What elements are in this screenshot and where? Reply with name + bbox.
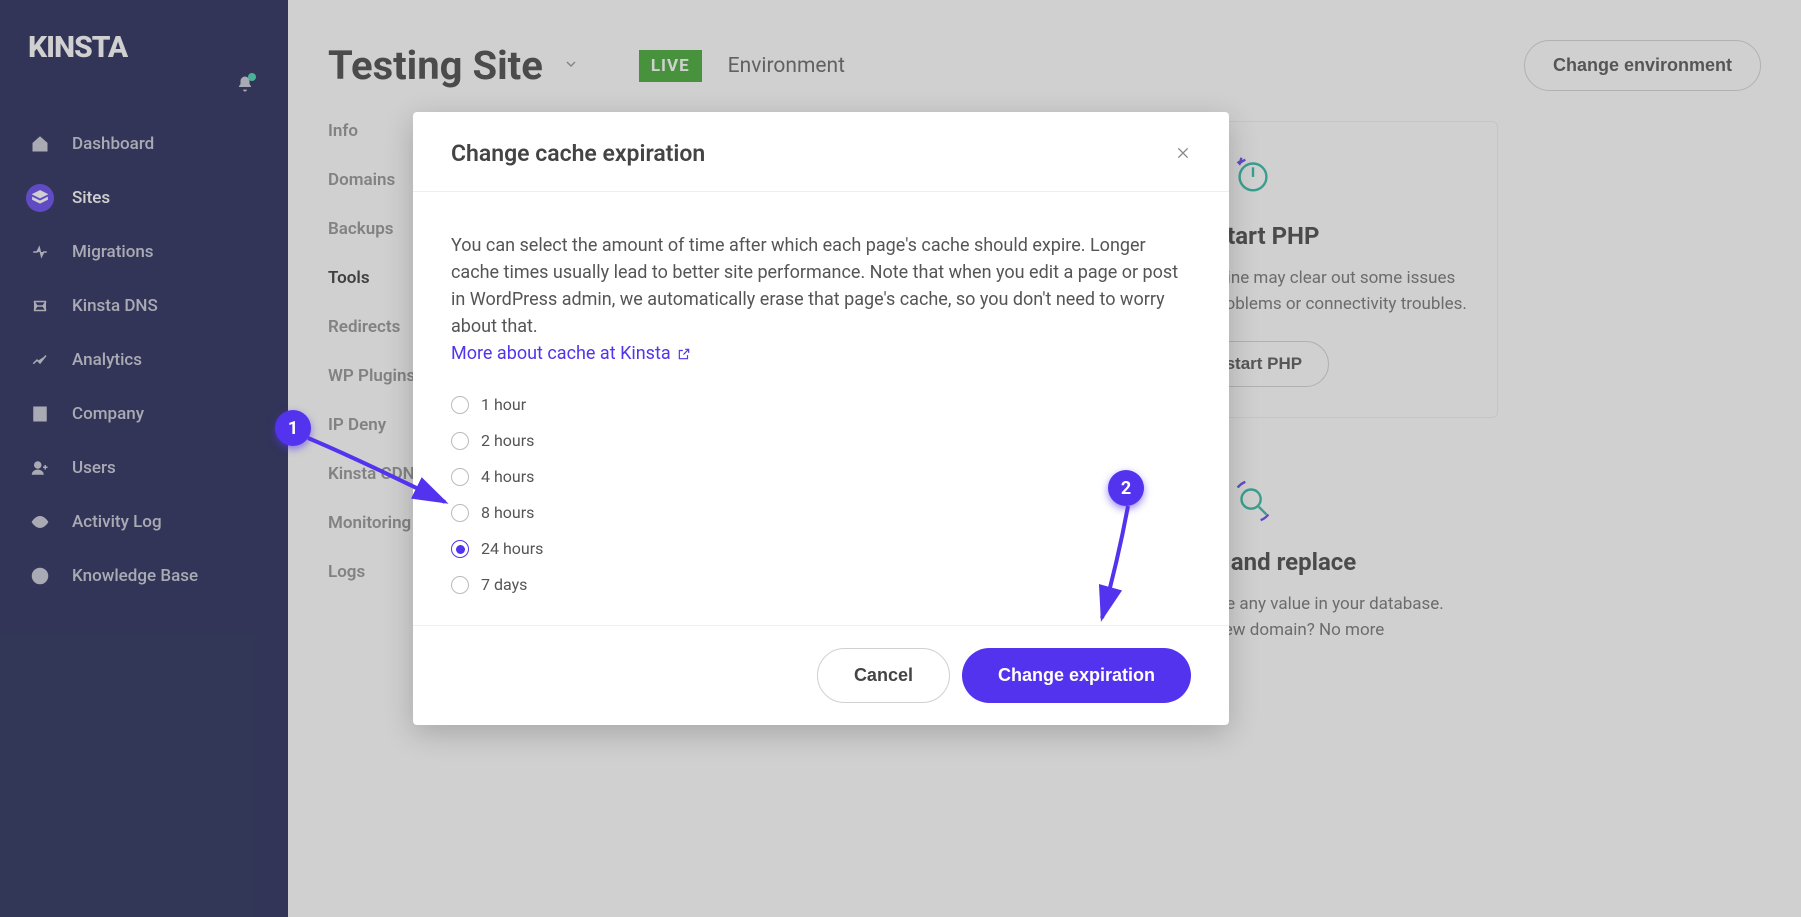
radio-option-2-hours[interactable]: 2 hours <box>451 429 1191 453</box>
analytics-icon <box>31 351 49 369</box>
radio-icon <box>451 576 469 594</box>
sidebar-item-label: Activity Log <box>72 512 162 532</box>
home-icon <box>31 135 49 153</box>
radio-label: 8 hours <box>481 501 534 525</box>
annotation-arrow-2 <box>1088 500 1148 630</box>
page-header: Testing Site LIVE Environment Change env… <box>328 40 1761 91</box>
modal-title: Change cache expiration <box>451 140 705 167</box>
sidebar-item-analytics[interactable]: Analytics <box>0 333 288 387</box>
cache-expiration-options: 1 hour 2 hours 4 hours 8 hours 24 hours … <box>451 393 1191 597</box>
annotation-callout-2: 2 <box>1108 470 1144 506</box>
sidebar-item-company[interactable]: Company <box>0 387 288 441</box>
users-icon <box>31 459 49 477</box>
sidebar-item-knowledge-base[interactable]: Knowledge Base <box>0 549 288 603</box>
radio-icon <box>451 540 469 558</box>
radio-icon <box>451 396 469 414</box>
annotation-arrow-1 <box>300 430 460 520</box>
sidebar-item-users[interactable]: Users <box>0 441 288 495</box>
chevron-down-icon <box>563 56 579 72</box>
radio-label: 1 hour <box>481 393 526 417</box>
notification-dot-icon <box>248 73 256 81</box>
site-title: Testing Site <box>328 42 543 89</box>
sidebar-item-dashboard[interactable]: Dashboard <box>0 117 288 171</box>
site-switcher-toggle[interactable] <box>563 56 579 76</box>
radio-option-1-hour[interactable]: 1 hour <box>451 393 1191 417</box>
help-icon <box>31 567 49 585</box>
sidebar-item-label: Company <box>72 404 144 424</box>
radio-label: 4 hours <box>481 465 534 489</box>
modal-learn-more-link[interactable]: More about cache at Kinsta <box>451 340 691 367</box>
cancel-button[interactable]: Cancel <box>817 648 950 703</box>
modal-description: You can select the amount of time after … <box>451 235 1178 337</box>
live-badge: LIVE <box>639 50 702 82</box>
eye-icon <box>31 513 49 531</box>
sidebar-item-label: Sites <box>72 188 110 208</box>
change-expiration-button[interactable]: Change expiration <box>962 648 1191 703</box>
sidebar-item-label: Users <box>72 458 116 478</box>
radio-option-7-days[interactable]: 7 days <box>451 573 1191 597</box>
annotation-callout-1: 1 <box>275 410 311 446</box>
radio-option-24-hours[interactable]: 24 hours <box>451 537 1191 561</box>
layers-icon <box>31 189 49 207</box>
sidebar-item-sites[interactable]: Sites <box>0 171 288 225</box>
radio-option-8-hours[interactable]: 8 hours <box>451 501 1191 525</box>
sidebar-item-label: Kinsta DNS <box>72 296 158 316</box>
env-label: Environment <box>728 54 845 78</box>
sidebar-item-label: Dashboard <box>72 134 154 154</box>
sidebar-item-activity-log[interactable]: Activity Log <box>0 495 288 549</box>
sidebar-item-label: Analytics <box>72 350 142 370</box>
sidebar: KINSTA Dashboard Sites Migrations Kinsta… <box>0 0 288 917</box>
radio-option-4-hours[interactable]: 4 hours <box>451 465 1191 489</box>
radio-label: 7 days <box>481 573 527 597</box>
dns-icon <box>31 297 49 315</box>
modal-close-button[interactable] <box>1175 142 1191 166</box>
radio-label: 24 hours <box>481 537 543 561</box>
close-icon <box>1175 145 1191 161</box>
sidebar-item-label: Migrations <box>72 242 154 262</box>
change-cache-expiration-modal: Change cache expiration You can select t… <box>413 112 1229 725</box>
external-link-icon <box>677 347 691 361</box>
building-icon <box>31 405 49 423</box>
change-environment-button[interactable]: Change environment <box>1524 40 1761 91</box>
sidebar-item-migrations[interactable]: Migrations <box>0 225 288 279</box>
brand-logo: KINSTA <box>0 20 288 75</box>
modal-link-label: More about cache at Kinsta <box>451 340 671 367</box>
sidebar-item-dns[interactable]: Kinsta DNS <box>0 279 288 333</box>
radio-label: 2 hours <box>481 429 534 453</box>
migration-icon <box>31 243 49 261</box>
sidebar-item-label: Knowledge Base <box>72 566 198 586</box>
notifications-button[interactable] <box>0 75 288 117</box>
